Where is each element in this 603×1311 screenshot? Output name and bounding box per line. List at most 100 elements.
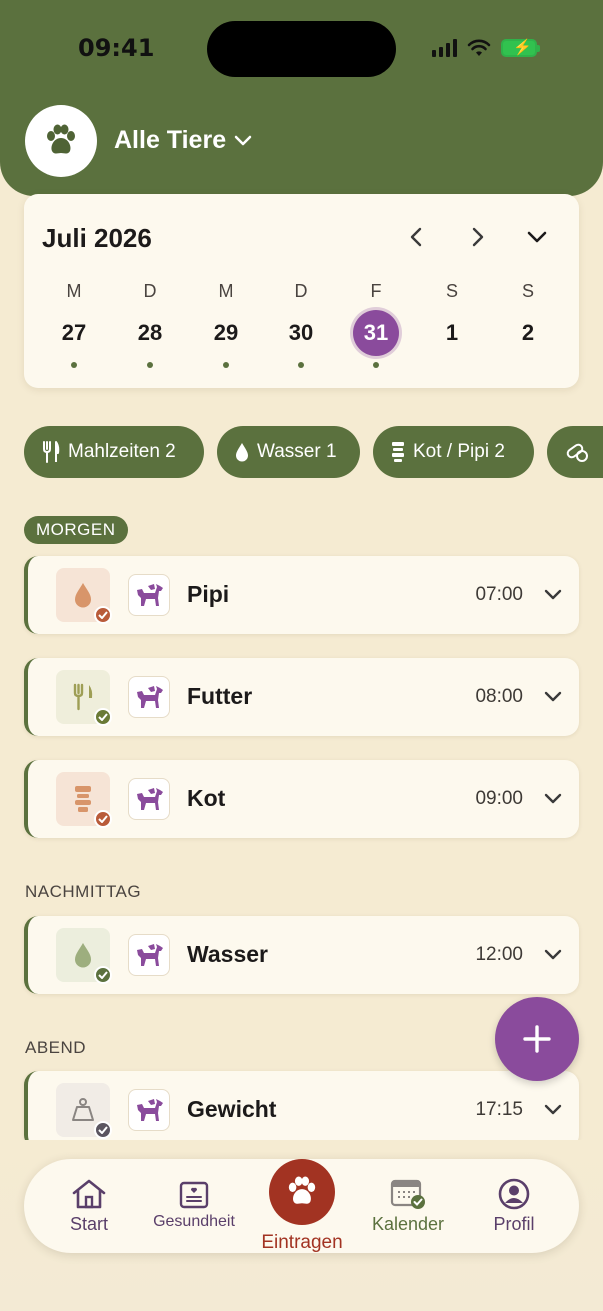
day-cell[interactable]: M 29 xyxy=(196,280,256,368)
entry-card-water[interactable]: Wasser 12:00 xyxy=(24,916,579,994)
pill-icon xyxy=(566,443,588,462)
entry-time: 12:00 xyxy=(475,944,523,965)
chevron-down-icon xyxy=(527,231,547,243)
pet-selector[interactable]: Alle Tiere xyxy=(114,126,252,155)
day-number-selected: 31 xyxy=(353,310,399,356)
entry-dot xyxy=(147,362,153,368)
entry-title: Futter xyxy=(187,683,253,709)
pet-badge xyxy=(128,676,170,718)
day-cell[interactable]: D 28 xyxy=(120,280,180,368)
tab-entries-label: Eintragen xyxy=(261,1232,343,1253)
add-entry-button[interactable] xyxy=(495,997,579,1081)
paw-icon xyxy=(47,124,75,154)
day-cell[interactable]: D 30 xyxy=(271,280,331,368)
pet-badge xyxy=(128,574,170,616)
day-letter: D xyxy=(294,281,308,301)
tab-profile[interactable]: Profil xyxy=(476,1159,552,1253)
entry-time: 17:15 xyxy=(475,1099,523,1120)
dog-icon xyxy=(137,788,163,810)
check-icon xyxy=(94,810,112,828)
pet-badge xyxy=(128,1089,170,1131)
chip-water[interactable]: Wasser 1 xyxy=(217,426,360,478)
cellular-signal-icon xyxy=(432,39,457,57)
entry-card-food[interactable]: Futter 08:00 xyxy=(24,658,579,736)
check-icon xyxy=(94,966,112,984)
section-afternoon: NACHMITTAG xyxy=(25,882,142,901)
entry-type-icon xyxy=(56,670,112,726)
chevron-down-icon[interactable] xyxy=(543,686,563,706)
pet-badge xyxy=(128,934,170,976)
chip-medication[interactable] xyxy=(547,426,603,478)
fork-knife-icon xyxy=(73,683,93,711)
entry-time: 08:00 xyxy=(475,686,523,707)
entry-title: Kot xyxy=(187,785,226,811)
paw-icon xyxy=(288,1176,316,1204)
tab-label: Start xyxy=(69,1213,108,1234)
day-number: 27 xyxy=(61,320,87,345)
app-header: 09:41 ⚡ Alle Tiere xyxy=(0,0,603,196)
dynamic-island xyxy=(207,21,396,77)
entry-dot xyxy=(223,362,229,368)
status-time: 09:41 xyxy=(78,34,155,62)
scale-icon xyxy=(72,1098,94,1121)
tab-start[interactable]: Start xyxy=(52,1159,126,1253)
day-letter: S xyxy=(521,281,534,301)
entry-title: Wasser xyxy=(187,941,268,967)
day-number: 29 xyxy=(213,320,239,345)
section-evening: ABEND xyxy=(25,1038,87,1057)
chip-label: Kot / Pipi 2 xyxy=(413,441,505,462)
status-icons: ⚡ xyxy=(432,38,540,58)
fork-knife-icon xyxy=(43,441,60,463)
entry-card-pee[interactable]: Pipi 07:00 xyxy=(24,556,579,634)
user-icon xyxy=(498,1178,530,1209)
drop-icon xyxy=(75,943,91,968)
chevron-down-icon[interactable] xyxy=(543,944,563,964)
prev-week-button[interactable] xyxy=(399,220,433,254)
tab-label: Kalender xyxy=(371,1213,445,1234)
day-cell[interactable]: S 1 xyxy=(422,280,482,356)
pet-badge xyxy=(128,778,170,820)
chevron-left-icon xyxy=(410,227,422,247)
chip-label: Wasser 1 xyxy=(257,441,337,462)
drop-icon xyxy=(75,583,91,608)
week-calendar: Juli 2026 M 27 D 28 M 29 D 30 F 31 S 1 S… xyxy=(24,194,579,388)
day-number: 1 xyxy=(445,320,459,345)
chevron-down-icon xyxy=(234,135,252,145)
dog-icon xyxy=(137,1099,163,1121)
plus-icon xyxy=(523,1025,551,1053)
entry-time: 09:00 xyxy=(475,788,523,809)
entry-title: Pipi xyxy=(187,581,230,607)
tab-entries[interactable] xyxy=(269,1159,335,1225)
battery-charging-icon: ⚡ xyxy=(501,39,540,57)
toilet-icon xyxy=(75,786,91,812)
chip-label: Mahlzeiten 2 xyxy=(68,441,176,462)
check-icon xyxy=(94,708,112,726)
entry-type-icon xyxy=(56,1083,112,1139)
chevron-right-icon xyxy=(472,227,484,247)
dog-icon xyxy=(137,686,163,708)
chevron-down-icon[interactable] xyxy=(543,788,563,808)
chip-poop-pee[interactable]: Kot / Pipi 2 xyxy=(373,426,534,478)
day-letter: S xyxy=(445,281,458,301)
chevron-down-icon[interactable] xyxy=(543,1099,563,1119)
day-letter: D xyxy=(143,281,157,301)
chevron-down-icon[interactable] xyxy=(543,584,563,604)
next-week-button[interactable] xyxy=(461,220,495,254)
day-cell[interactable]: M 27 xyxy=(44,280,104,368)
pet-avatar[interactable] xyxy=(25,105,97,177)
calendar-check-icon xyxy=(390,1179,425,1209)
day-number: 28 xyxy=(137,320,163,345)
entry-card-poop[interactable]: Kot 09:00 xyxy=(24,760,579,838)
day-cell[interactable]: S 2 xyxy=(498,280,558,356)
home-icon xyxy=(72,1179,106,1208)
tab-label: Profil xyxy=(493,1213,535,1234)
entry-card-weight[interactable]: Gewicht 17:15 xyxy=(24,1071,579,1149)
entry-dot xyxy=(71,362,77,368)
entry-type-icon xyxy=(56,568,112,624)
chip-meals[interactable]: Mahlzeiten 2 xyxy=(24,426,204,478)
expand-calendar-button[interactable] xyxy=(520,220,554,254)
day-cell-selected[interactable]: F 31 xyxy=(346,280,406,368)
check-icon xyxy=(94,1121,112,1139)
water-drop-icon xyxy=(236,443,248,462)
day-letter: M xyxy=(66,281,82,301)
